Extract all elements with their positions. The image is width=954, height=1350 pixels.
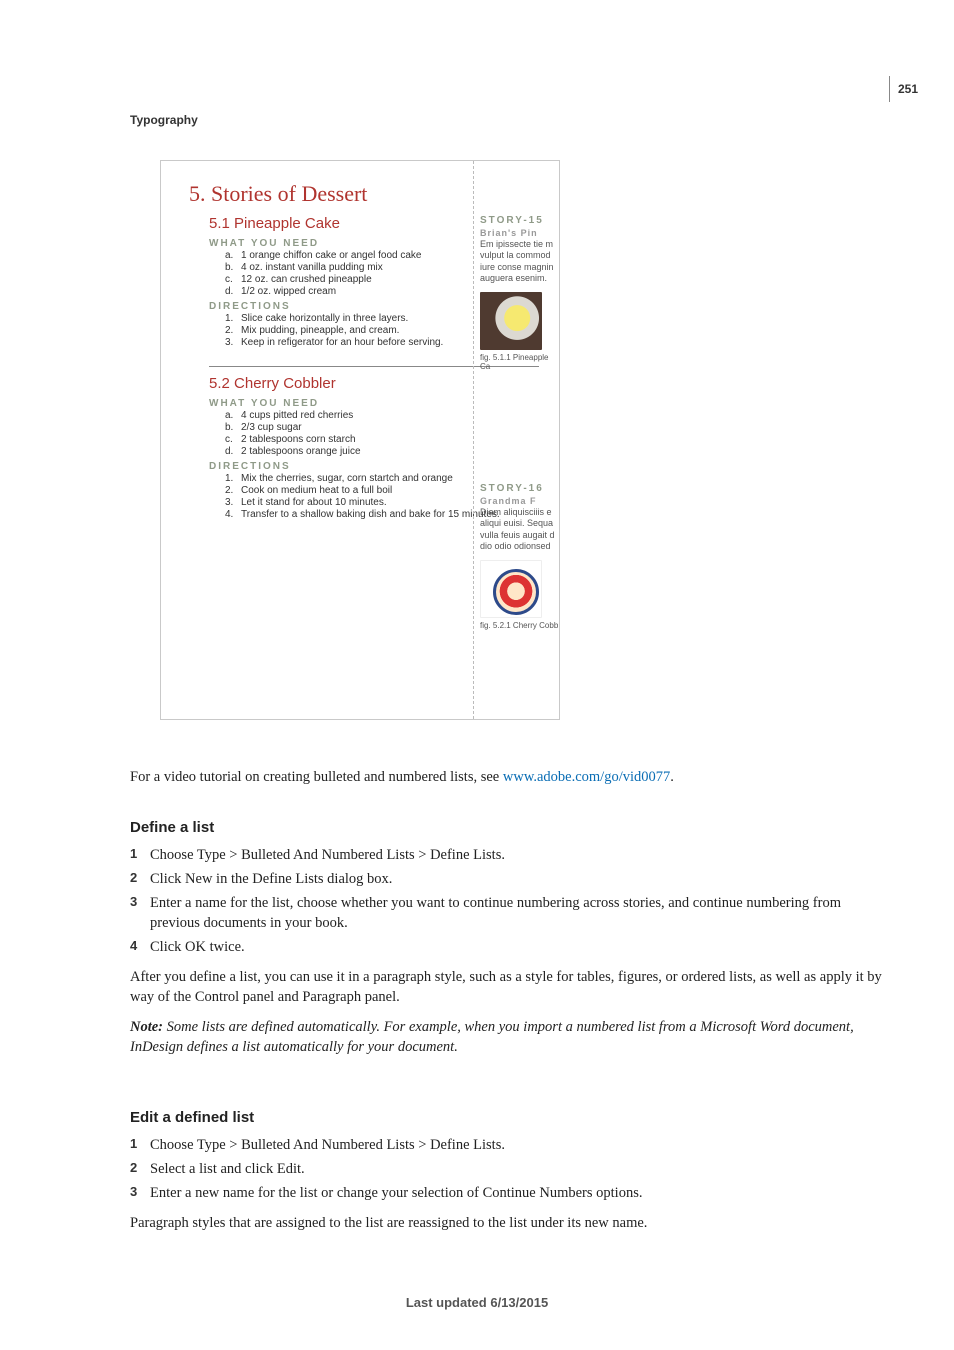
intro-paragraph: For a video tutorial on creating bullete… bbox=[130, 767, 890, 787]
story-number: STORY-16 bbox=[480, 483, 559, 494]
story-number: STORY-15 bbox=[480, 215, 559, 226]
figure-thumbnail bbox=[480, 560, 542, 618]
story-author: Brian's Pin bbox=[480, 228, 559, 238]
footer-last-updated: Last updated 6/13/2015 bbox=[0, 1295, 954, 1310]
figure-caption: fig. 5.1.1 Pineapple Ca bbox=[480, 353, 559, 371]
figure-caption: fig. 5.2.1 Cherry Cobb bbox=[480, 621, 559, 630]
step: 4Click OK twice. bbox=[130, 937, 890, 957]
figure-sidebar: STORY-15 Brian's Pin Em ipissecte tie m … bbox=[473, 161, 559, 719]
paragraph: After you define a list, you can use it … bbox=[130, 967, 890, 1007]
step: 1Choose Type > Bulleted And Numbered Lis… bbox=[130, 1135, 890, 1155]
section-heading: Edit a defined list bbox=[130, 1108, 890, 1129]
step: 1Choose Type > Bulleted And Numbered Lis… bbox=[130, 845, 890, 865]
figure-defined-lists: 5. Stories of Dessert 5.1 Pineapple Cake… bbox=[160, 160, 560, 720]
section-heading: Define a list bbox=[130, 818, 890, 839]
step: 2Select a list and click Edit. bbox=[130, 1159, 890, 1179]
section-define-a-list: Define a list 1Choose Type > Bulleted An… bbox=[130, 800, 890, 1057]
story-blurb: Em ipissecte tie m vulput la commod iure… bbox=[480, 239, 559, 284]
section-edit-a-defined-list: Edit a defined list 1Choose Type > Bulle… bbox=[130, 1090, 890, 1233]
step: 3Enter a name for the list, choose wheth… bbox=[130, 893, 890, 933]
story-author: Grandma F bbox=[480, 496, 559, 506]
figure-thumbnail bbox=[480, 292, 542, 350]
note: Note: Some lists are defined automatical… bbox=[130, 1017, 890, 1057]
story-blurb: Diam aliquisciiis e aliqui euisi. Sequa … bbox=[480, 507, 559, 552]
step: 3Enter a new name for the list or change… bbox=[130, 1183, 890, 1203]
paragraph: Paragraph styles that are assigned to th… bbox=[130, 1213, 890, 1233]
video-link[interactable]: www.adobe.com/go/vid0077 bbox=[503, 769, 670, 785]
chapter-title: Typography bbox=[130, 113, 198, 127]
page-number: 251 bbox=[889, 76, 918, 102]
step: 2Click New in the Define Lists dialog bo… bbox=[130, 869, 890, 889]
